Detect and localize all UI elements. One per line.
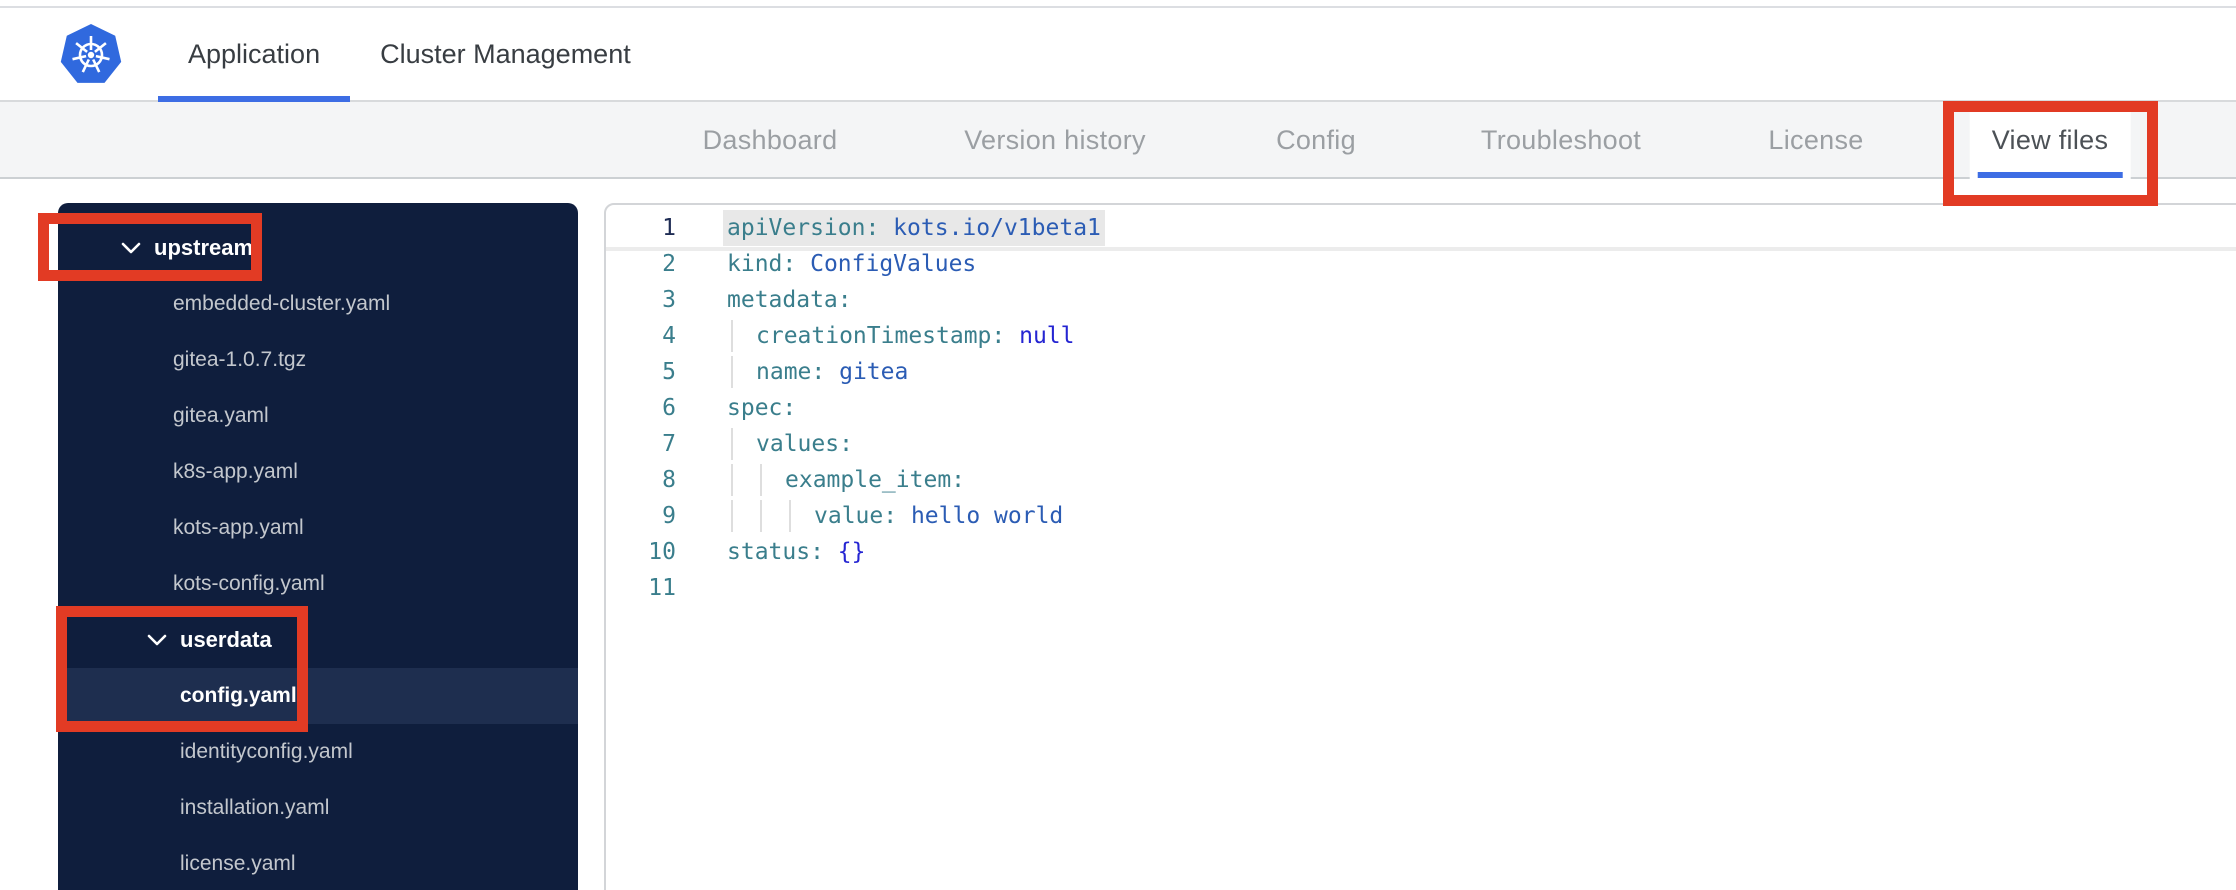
code-line-text: value: hello world [727, 498, 1063, 534]
subnav-item-label: Dashboard [702, 125, 838, 155]
code-area: 1 apiVersion: kots.io/v1beta1 2 kind: Confi… [606, 205, 2236, 606]
file-label: config.yaml [180, 684, 297, 707]
line-number: 1 [662, 215, 676, 241]
token-key: status: [727, 539, 824, 565]
line-number: 11 [648, 575, 676, 601]
subnav-item-config[interactable]: Config [1254, 102, 1378, 179]
tree-file-gitea.yaml[interactable]: gitea.yaml [58, 388, 578, 444]
line-number: 6 [662, 395, 676, 421]
subnav-item-view-files[interactable]: View files [1969, 102, 2131, 179]
code-line-text: spec: [727, 390, 796, 426]
token-value: kots.io/v1beta1 [879, 215, 1101, 241]
code-line-text: values: [727, 426, 853, 462]
code-line-8[interactable]: 8 example_item: [606, 462, 2236, 498]
file-label: kots-config.yaml [173, 572, 325, 595]
subnav-item-troubleshoot[interactable]: Troubleshoot [1459, 102, 1663, 179]
app-subnav: Dashboard Version history Config Troublesho… [0, 102, 2236, 179]
tab-application[interactable]: Application [158, 8, 351, 102]
file-label: embedded-cluster.yaml [173, 292, 391, 315]
file-content-editor[interactable]: 1 apiVersion: kots.io/v1beta1 2 kind: Confi… [604, 203, 2236, 890]
subnav-item-dashboard[interactable]: Dashboard [681, 102, 860, 179]
code-line-4[interactable]: 4 creationTimestamp: null [606, 318, 2236, 354]
line-number: 7 [662, 431, 676, 457]
code-line-9[interactable]: 9 value: hello world [606, 498, 2236, 534]
primary-tabs: Application Cluster Management [158, 8, 661, 102]
tree-file-config.yaml[interactable]: config.yaml [58, 668, 578, 724]
subnav-item-label: View files [1991, 125, 2109, 155]
tree-folder-upstream[interactable]: upstream [58, 220, 578, 276]
token-value: gitea [825, 359, 909, 385]
tree-file-gitea-1.0.7.tgz[interactable]: gitea-1.0.7.tgz [58, 332, 578, 388]
subnav-item-label: License [1768, 125, 1864, 155]
code-line-3[interactable]: 3 metadata: [606, 282, 2236, 318]
tree-file-embedded-cluster.yaml[interactable]: embedded-cluster.yaml [58, 276, 578, 332]
token-key: metadata: [727, 287, 852, 313]
file-label: gitea.yaml [173, 404, 269, 427]
kots-admin-console: Application Cluster Management Dashboard V… [0, 0, 2236, 890]
tree-file-installation.yaml[interactable]: installation.yaml [58, 780, 578, 836]
code-line-2[interactable]: 2 kind: ConfigValues [606, 246, 2236, 282]
code-line-7[interactable]: 7 values: [606, 426, 2236, 462]
folder-label: upstream [154, 235, 254, 260]
line-number: 10 [648, 539, 676, 565]
token-key: kind: [727, 251, 797, 277]
folder-label: userdata [180, 627, 272, 652]
window-top-border [0, 0, 2236, 8]
code-line-text: name: gitea [727, 354, 908, 390]
token-key: creationTimestamp: [756, 323, 1006, 349]
token-keyword: null [1005, 323, 1075, 349]
code-line-text: apiVersion: kots.io/v1beta1 [727, 210, 1101, 246]
code-line-5[interactable]: 5 name: gitea [606, 354, 2236, 390]
subnav-item-label: Config [1276, 125, 1356, 155]
token-key: example_item: [785, 467, 966, 493]
line-number: 9 [662, 503, 676, 529]
tree-file-kots-app.yaml[interactable]: kots-app.yaml [58, 500, 578, 556]
token-value: hello world [897, 503, 1064, 529]
kubernetes-logo-icon [60, 24, 122, 83]
file-label: gitea-1.0.7.tgz [173, 348, 307, 371]
tree-folder-userdata[interactable]: userdata [58, 612, 578, 668]
tab-label: Application [188, 38, 321, 69]
token-value: ConfigValues [796, 251, 977, 277]
token-key: apiVersion: [727, 215, 880, 241]
tree-file-k8s-app.yaml[interactable]: k8s-app.yaml [58, 444, 578, 500]
tree-file-license.yaml[interactable]: license.yaml [58, 836, 578, 890]
token-key: values: [756, 431, 853, 457]
line-number: 2 [662, 251, 676, 277]
token-key: spec: [727, 395, 797, 421]
code-line-6[interactable]: 6 spec: [606, 390, 2236, 426]
code-line-text: metadata: [727, 282, 852, 318]
code-line-text: status: {} [727, 534, 865, 570]
code-line-text: creationTimestamp: null [727, 318, 1075, 354]
code-line-1[interactable]: 1 apiVersion: kots.io/v1beta1 [606, 210, 2236, 251]
file-label: license.yaml [180, 852, 296, 875]
line-number: 4 [662, 323, 676, 349]
subnav-item-license[interactable]: License [1746, 102, 1885, 179]
tab-label: Cluster Management [380, 38, 631, 69]
chevron-down-icon [147, 634, 167, 646]
file-label: identityconfig.yaml [180, 740, 353, 763]
token-key: name: [756, 359, 826, 385]
code-line-11[interactable]: 11 [606, 570, 2236, 606]
token-keyword: {} [823, 539, 866, 565]
line-number: 5 [662, 359, 676, 385]
line-number: 8 [662, 467, 676, 493]
chevron-down-icon [121, 242, 141, 254]
code-line-10[interactable]: 10 status: {} [606, 534, 2236, 570]
file-label: kots-app.yaml [173, 516, 304, 539]
line-number: 3 [662, 287, 676, 313]
subnav-item-label: Version history [964, 125, 1146, 155]
primary-navbar: Application Cluster Management [0, 8, 2236, 102]
tree-file-identityconfig.yaml[interactable]: identityconfig.yaml [58, 724, 578, 780]
subnav-item-label: Troubleshoot [1480, 125, 1642, 155]
code-line-text: example_item: [727, 462, 965, 498]
file-label: k8s-app.yaml [173, 460, 298, 483]
file-label: installation.yaml [180, 796, 330, 819]
code-line-text: kind: ConfigValues [727, 246, 976, 282]
file-tree-sidebar: upstream embedded-cluster.yaml gitea-1.0.7… [58, 203, 578, 890]
tree-file-kots-config.yaml[interactable]: kots-config.yaml [58, 556, 578, 612]
token-key: value: [814, 503, 898, 529]
subnav-item-version-history[interactable]: Version history [942, 102, 1168, 179]
tab-cluster-management[interactable]: Cluster Management [350, 8, 661, 100]
